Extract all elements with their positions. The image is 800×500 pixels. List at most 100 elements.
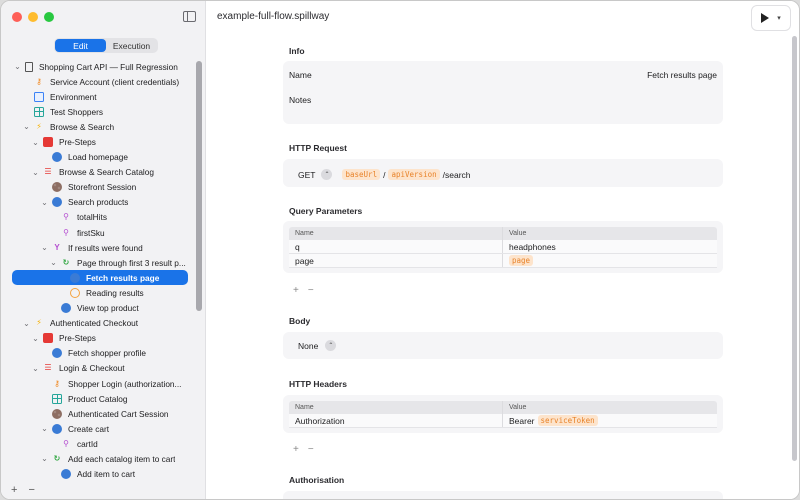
tab-edit[interactable]: Edit [55,39,106,52]
param-name[interactable]: page [289,254,503,267]
url-token-baseurl[interactable]: baseUrl [342,169,381,180]
tree-item[interactable]: ⌄ Shopping Cart API — Full Regression [1,59,197,74]
remove-header-button[interactable]: − [308,444,314,455]
tree-item[interactable]: ⌄Storefront Session [1,180,197,195]
header-name[interactable]: Authorization [289,414,503,427]
disclosure-chevron-icon[interactable]: ⌄ [40,243,49,252]
remove-param-button[interactable]: − [308,285,314,296]
method-select[interactable]: GET [298,170,315,180]
column-value-header: Value [509,230,527,237]
url-field[interactable]: baseUrl / apiVersion /search [342,169,471,180]
http-headers-card: Name Value Authorization Bearer serviceT… [283,395,723,433]
add-item-button[interactable]: + [11,484,17,496]
tree-item[interactable]: ⌄Environment [1,89,197,104]
headers-controls: + − [293,444,314,455]
url-separator: / [383,169,386,180]
tree-item[interactable]: ⌄ Pre-Steps [1,331,197,346]
tree-item-label: totalHits [77,212,107,223]
header-value[interactable]: Bearer serviceToken [503,415,717,426]
tree-item[interactable]: ⌄Test Shoppers [1,104,197,119]
method-stepper-icon[interactable]: ⌃ [321,169,333,180]
zoom-window-button[interactable] [44,12,54,22]
disclosure-chevron-icon[interactable]: ⌄ [40,198,49,207]
magnifier-icon: ⚲ [63,212,69,222]
param-name[interactable]: q [289,240,503,253]
tree-item[interactable]: ⌄⚲totalHits [1,210,197,225]
tree-item[interactable]: ⌄⚷Service Account (client credentials) [1,74,197,89]
header-value-text[interactable]: Bearer [509,416,535,426]
editor-scrollbar[interactable] [792,36,797,461]
tree-item[interactable]: ⌄ ⚡ Browse & Search [1,119,197,134]
table-row[interactable]: q headphones [289,240,717,254]
disclosure-chevron-icon[interactable]: ⌄ [31,168,40,177]
tree-item-label: Authenticated Checkout [50,318,139,329]
pre-steps-icon [43,333,53,344]
url-path[interactable]: /search [443,170,471,180]
disclosure-chevron-icon[interactable]: ⌄ [31,364,40,373]
tree-item-label: Fetch results page [86,272,160,283]
table-icon [34,106,44,117]
tree-item[interactable]: ⌄Load homepage [1,150,197,165]
list-icon: ☰ [44,167,52,177]
mode-segmented-control: Edit Execution [54,38,158,53]
name-row[interactable]: Name Fetch results page [289,70,717,80]
disclosure-chevron-icon[interactable]: ⌄ [40,424,49,433]
run-button[interactable]: ▾ [751,5,791,31]
query-params-card: Name Value q headphones page page [283,221,723,273]
notes-row[interactable]: Notes [289,95,717,105]
disclosure-chevron-icon[interactable]: ⌄ [49,258,58,267]
environment-icon [34,91,44,102]
tree-item[interactable]: ⌄Product Catalog [1,391,197,406]
close-window-button[interactable] [12,12,22,22]
table-header: Name Value [289,401,717,414]
param-value[interactable]: page [503,255,717,266]
tree-item[interactable]: ⌄ ↻ Add each catalog item to cart [1,451,197,466]
minimize-window-button[interactable] [28,12,38,22]
disclosure-chevron-icon[interactable]: ⌄ [13,62,22,71]
disclosure-chevron-icon[interactable]: ⌄ [22,122,31,131]
tree-item[interactable]: ⌄⚲firstSku [1,225,197,240]
disclosure-chevron-icon[interactable]: ⌄ [40,454,49,463]
header-value-token[interactable]: serviceToken [537,415,598,426]
tree-item[interactable]: ⌄Reading results [1,285,197,300]
tree-item[interactable]: ⌄Fetch results page [12,270,188,286]
remove-item-button[interactable]: − [28,484,34,496]
tree-item[interactable]: ⌄View top product [1,301,197,316]
url-token-apiversion[interactable]: apiVersion [388,169,440,180]
body-stepper-icon[interactable]: ⌃ [325,340,337,351]
body-type-value[interactable]: None [298,341,318,351]
tree-item-label: Add each catalog item to cart [68,453,176,464]
tree-item[interactable]: ⌄ Pre-Steps [1,134,197,149]
param-value[interactable]: headphones [503,242,717,252]
branch-icon: Y [54,242,60,252]
disclosure-chevron-icon[interactable]: ⌄ [31,334,40,343]
tree-item[interactable]: ⌄ Create cart [1,421,197,436]
tree-item[interactable]: ⌄ Y If results were found [1,240,197,255]
tree-item[interactable]: ⌄ ☰ Login & Checkout [1,361,197,376]
tree-item[interactable]: ⌄Fetch shopper profile [1,346,197,361]
tree-item[interactable]: ⌄ ⚡ Authenticated Checkout [1,316,197,331]
sidebar-toggle-icon[interactable] [183,11,196,22]
tree-item[interactable]: ⌄Add item to cart [1,467,197,482]
globe-icon [61,303,71,314]
disclosure-chevron-icon[interactable]: ⌄ [31,138,40,147]
tree-item-label: Browse & Search Catalog [59,167,155,178]
body-type-select[interactable]: None ⌃ [298,340,337,351]
tab-execution[interactable]: Execution [106,39,157,52]
tree-item[interactable]: ⌄⚷Shopper Login (authorization... [1,376,197,391]
add-header-button[interactable]: + [293,444,299,455]
sidebar-scrollbar[interactable] [196,61,202,311]
tree-item[interactable]: ⌄ ↻ Page through first 3 result p... [1,255,197,270]
table-row[interactable]: page page [289,254,717,268]
table-row[interactable]: Authorization Bearer serviceToken [289,414,717,428]
disclosure-chevron-icon[interactable]: ⌄ [22,319,31,328]
tree-item[interactable]: ⌄ Search products [1,195,197,210]
tree-item[interactable]: ⌄ ☰ Browse & Search Catalog [1,165,197,180]
tree-item[interactable]: ⌄Authenticated Cart Session [1,406,197,421]
tree-item[interactable]: ⌄⚲cartId [1,436,197,451]
param-value-token[interactable]: page [509,255,534,266]
tree-item-label: Search products [68,197,129,208]
name-value[interactable]: Fetch results page [647,70,717,80]
add-param-button[interactable]: + [293,285,299,296]
sidebar-footer: + − [11,484,35,496]
